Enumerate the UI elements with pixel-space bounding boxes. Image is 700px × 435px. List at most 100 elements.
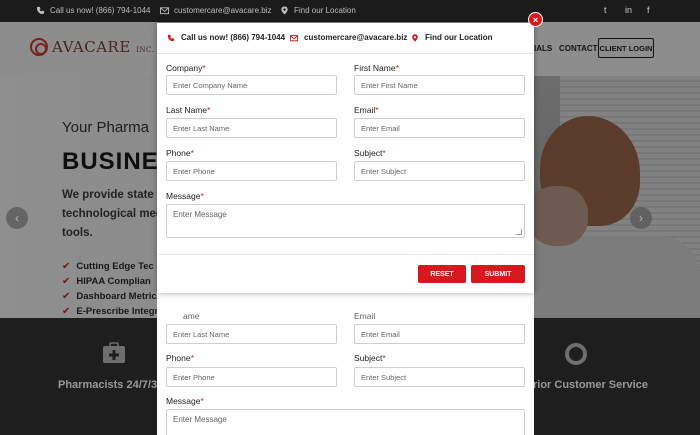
contact-modal: Call us now! (866) 794-1044 customercare… (157, 23, 534, 293)
logo-icon (30, 38, 48, 56)
message-label-text: Message (166, 191, 201, 201)
close-icon: × (532, 14, 539, 25)
slider-next-button[interactable]: › (630, 207, 652, 229)
chevron-right-icon: › (639, 211, 643, 225)
bg-email-label: Email (354, 311, 376, 321)
email-label-text: Email (354, 105, 376, 115)
email-label: Email* (354, 105, 379, 115)
phone-label: Phone* (166, 148, 194, 158)
bg-message-textarea[interactable] (166, 409, 525, 435)
bg-email-input[interactable] (354, 324, 525, 344)
phone-icon (36, 6, 45, 15)
topbar-email[interactable]: customercare@avacare.biz (160, 6, 272, 15)
background-contact-form: ame Email Phone* Subject* Message* (157, 293, 534, 435)
subject-input[interactable] (354, 161, 525, 181)
company-input[interactable] (166, 75, 337, 95)
required-mark: * (190, 353, 194, 363)
logo-suffix: INC. (136, 46, 155, 54)
required-mark: * (382, 148, 386, 158)
check-icon: ✔ (62, 276, 71, 287)
subject-label-text: Subject (354, 148, 383, 158)
submit-button[interactable]: SUBMIT (471, 265, 525, 283)
first-name-input[interactable] (354, 75, 525, 95)
close-modal-button[interactable]: × (528, 12, 543, 27)
bg-message-label-text: Message (166, 396, 201, 406)
required-mark: * (202, 63, 206, 73)
modal-divider (157, 53, 534, 54)
modal-email[interactable]: customercare@avacare.biz (290, 33, 407, 42)
mail-icon (290, 34, 298, 41)
email-input[interactable] (354, 118, 525, 138)
client-login-button[interactable]: CLIENT LOGIN (598, 38, 654, 58)
logo-text: AVACARE (52, 38, 131, 56)
last-name-label-text: Last Name (166, 105, 208, 115)
required-mark: * (395, 63, 399, 73)
feature-label-pharmacists: Pharmacists 24/7/3 (58, 379, 158, 391)
mail-icon (160, 7, 169, 15)
company-label: Company* (166, 63, 206, 73)
required-mark: * (200, 396, 204, 406)
bg-phone-input[interactable] (166, 367, 337, 387)
message-textarea[interactable] (166, 204, 525, 238)
bg-last-name-label: ame (183, 311, 200, 321)
modal-phone[interactable]: Call us now! (866) 794-1044 (167, 33, 285, 42)
modal-footer-divider (157, 254, 534, 255)
bg-message-label: Message* (166, 396, 204, 406)
required-mark: * (375, 105, 379, 115)
facebook-icon[interactable]: f (647, 5, 650, 15)
top-bar: Call us now! (866) 794-1044 customercare… (0, 0, 700, 22)
twitter-icon[interactable]: t (604, 5, 607, 15)
logo[interactable]: AVACARE INC. (30, 38, 154, 56)
modal-location[interactable]: Find our Location (411, 33, 493, 42)
check-icon: ✔ (62, 306, 71, 317)
modal-email-text: customercare@avacare.biz (304, 33, 408, 42)
list-item-text: HIPAA Complian (76, 276, 151, 287)
first-name-label: First Name* (354, 63, 399, 73)
topbar-location-text: Find our Location (294, 6, 356, 15)
nav-item-partial[interactable]: IALS (534, 44, 552, 53)
required-mark: * (190, 148, 194, 158)
bg-subject-label-text: Subject (354, 353, 383, 363)
hero-paragraph: We provide state o technological med too… (62, 189, 165, 239)
topbar-location[interactable]: Find our Location (280, 6, 356, 15)
list-item-text: Dashboard Metrics (76, 291, 162, 302)
hero-person-face (528, 186, 588, 246)
message-label: Message* (166, 191, 204, 201)
feature-label-customer-service: rior Customer Service (533, 379, 648, 391)
company-label-text: Company (166, 63, 203, 73)
topbar-phone-text: Call us now! (866) 794-1044 (50, 6, 151, 15)
first-aid-kit-icon (103, 342, 125, 363)
linkedin-icon[interactable]: in (625, 5, 632, 15)
first-name-label-text: First Name (354, 63, 396, 73)
topbar-phone[interactable]: Call us now! (866) 794-1044 (36, 6, 151, 15)
map-pin-icon (412, 33, 418, 42)
bg-phone-label-text: Phone (166, 353, 191, 363)
reset-button[interactable]: RESET (418, 265, 466, 283)
required-mark: * (200, 191, 204, 201)
lifebuoy-icon (565, 343, 587, 365)
last-name-input[interactable] (166, 118, 337, 138)
check-icon: ✔ (62, 261, 71, 272)
hero-subtitle: Your Pharma (62, 119, 149, 136)
chevron-left-icon: ‹ (15, 211, 19, 225)
bg-phone-label: Phone* (166, 353, 194, 363)
topbar-email-text: customercare@avacare.biz (174, 6, 272, 15)
subject-label: Subject* (354, 148, 386, 158)
bg-subject-label: Subject* (354, 353, 386, 363)
last-name-label: Last Name* (166, 105, 210, 115)
list-item-text: Cutting Edge Tec (76, 261, 154, 272)
modal-location-text: Find our Location (425, 33, 493, 42)
slider-prev-button[interactable]: ‹ (6, 207, 28, 229)
map-pin-icon (281, 6, 288, 15)
resize-grip-icon[interactable] (516, 229, 522, 235)
modal-phone-text: Call us now! (866) 794-1044 (181, 33, 286, 42)
phone-input[interactable] (166, 161, 337, 181)
required-mark: * (382, 353, 386, 363)
phone-label-text: Phone (166, 148, 191, 158)
nav-item-contact[interactable]: CONTACT (559, 44, 598, 53)
bg-last-name-input[interactable] (166, 324, 337, 344)
phone-icon (167, 34, 175, 41)
check-icon: ✔ (62, 291, 71, 302)
required-mark: * (207, 105, 211, 115)
bg-subject-input[interactable] (354, 367, 525, 387)
